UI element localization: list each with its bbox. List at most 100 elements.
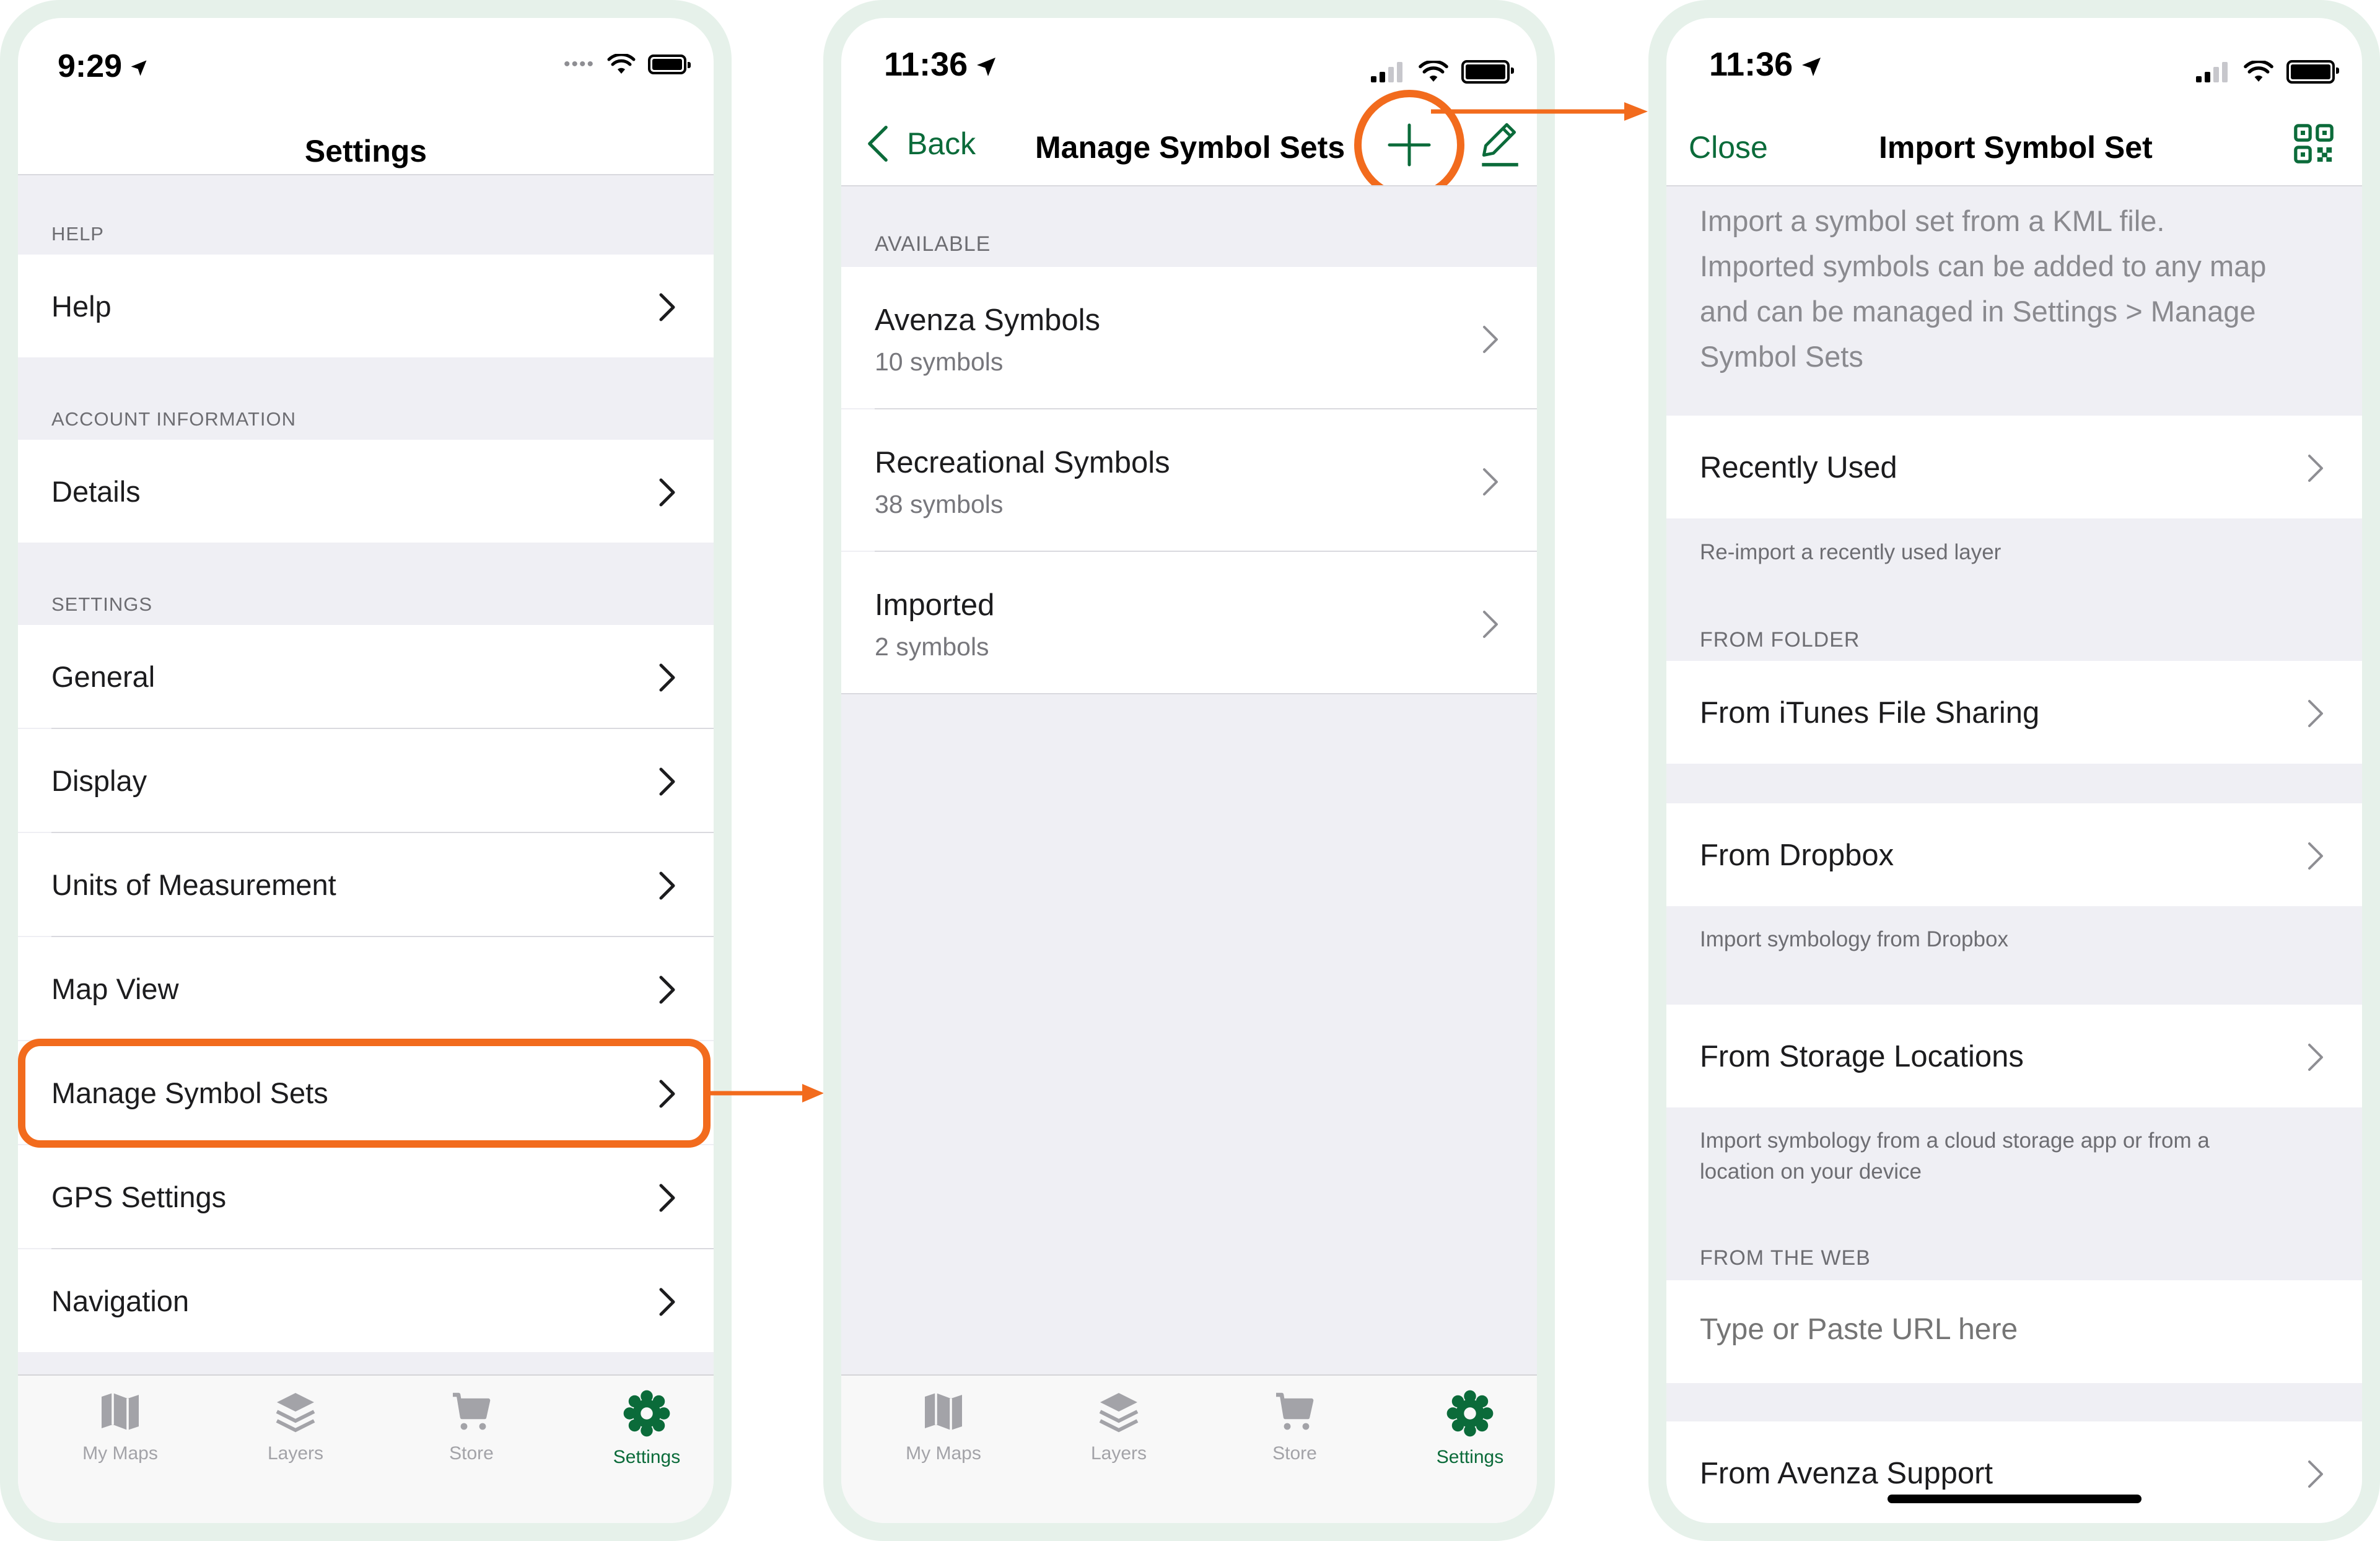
location-arrow-icon bbox=[977, 57, 996, 76]
chevron-right-icon bbox=[659, 976, 675, 1004]
chevron-right-icon bbox=[659, 871, 675, 900]
map-icon bbox=[102, 1393, 139, 1430]
row-label: Help bbox=[51, 290, 112, 323]
battery-icon bbox=[1461, 60, 1514, 84]
section-header-help: HELP bbox=[51, 223, 104, 245]
section-header-from-web: FROM THE WEB bbox=[1700, 1246, 1871, 1270]
chevron-right-icon bbox=[2308, 700, 2323, 727]
details-row[interactable]: Details bbox=[18, 440, 714, 543]
tab-store[interactable]: Store bbox=[1220, 1389, 1369, 1464]
url-field-row[interactable] bbox=[1666, 1280, 2362, 1383]
location-arrow-icon bbox=[131, 60, 147, 76]
location-arrow-icon bbox=[1802, 57, 1821, 76]
chevron-right-icon bbox=[659, 478, 675, 507]
chevron-right-icon bbox=[1483, 468, 1498, 495]
chevron-right-icon bbox=[659, 293, 675, 321]
display-row[interactable]: Display bbox=[18, 729, 714, 832]
wifi-icon bbox=[1419, 61, 1448, 82]
import-symbol-set-screen: 11:36 Close Import Symbol Set Import a s… bbox=[1666, 18, 2362, 1523]
back-button[interactable]: Back bbox=[865, 123, 976, 164]
chevron-right-icon bbox=[659, 1184, 675, 1212]
manage-symbol-sets-highlight bbox=[18, 1039, 711, 1148]
gps-settings-row[interactable]: GPS Settings bbox=[18, 1145, 714, 1248]
tab-bar: My Maps Layers Store Settings bbox=[18, 1374, 714, 1523]
home-indicator bbox=[1887, 1495, 2142, 1503]
cart-icon bbox=[453, 1392, 491, 1430]
status-icons bbox=[1370, 60, 1514, 84]
status-time: 9:29 bbox=[58, 48, 148, 85]
status-time: 11:36 bbox=[884, 45, 997, 84]
tab-store[interactable]: Store bbox=[397, 1389, 546, 1464]
symbol-set-row[interactable]: Avenza Symbols 10 symbols bbox=[841, 267, 1537, 408]
itunes-file-sharing-row[interactable]: From iTunes File Sharing bbox=[1666, 661, 2362, 764]
row-label: From Dropbox bbox=[1700, 839, 1894, 872]
import-description: Import a symbol set from a KML file. Imp… bbox=[1700, 204, 2267, 373]
battery-icon bbox=[2286, 60, 2339, 84]
row-label: Units of Measurement bbox=[51, 868, 336, 901]
row-label: Recently Used bbox=[1700, 451, 1897, 484]
phone-frame-settings: 9:29 •••• Settings HELP Help ACCOUNT INF… bbox=[0, 0, 732, 1541]
list-bottom-divider bbox=[841, 693, 1537, 694]
no-signal-dots-icon: •••• bbox=[563, 54, 595, 74]
tab-layers[interactable]: Layers bbox=[1044, 1389, 1193, 1464]
layers-icon bbox=[1099, 1393, 1139, 1433]
units-row[interactable]: Units of Measurement bbox=[18, 833, 714, 936]
chevron-right-icon bbox=[659, 1288, 675, 1316]
page-title: Manage Symbol Sets bbox=[1035, 130, 1345, 165]
phone-frame-manage-symbol-sets: 11:36 Back Manage Symbol Sets AVAILABLE … bbox=[823, 0, 1555, 1541]
chevron-right-icon bbox=[2308, 455, 2323, 482]
chevron-right-icon bbox=[2308, 1460, 2323, 1488]
status-icons bbox=[2195, 60, 2339, 84]
gear-icon bbox=[623, 1390, 670, 1437]
annotation-arrow-to-manage bbox=[709, 1084, 824, 1102]
gear-icon bbox=[1446, 1390, 1494, 1437]
tab-my-maps[interactable]: My Maps bbox=[46, 1389, 195, 1464]
recently-used-row[interactable]: Recently Used bbox=[1666, 416, 2362, 518]
map-view-row[interactable]: Map View bbox=[18, 937, 714, 1040]
storage-locations-row[interactable]: From Storage Locations bbox=[1666, 1005, 2362, 1107]
cellular-signal-icon bbox=[1371, 62, 1402, 82]
tab-layers[interactable]: Layers bbox=[221, 1389, 370, 1464]
map-icon bbox=[925, 1393, 962, 1430]
url-input[interactable] bbox=[1700, 1312, 2257, 1347]
battery-icon bbox=[648, 55, 691, 74]
qr-code-icon[interactable] bbox=[2292, 122, 2335, 165]
page-title: Settings bbox=[304, 134, 427, 168]
row-label: Display bbox=[51, 764, 147, 797]
row-label: From Storage Locations bbox=[1700, 1040, 2024, 1073]
wifi-icon bbox=[607, 54, 636, 74]
layers-icon bbox=[276, 1393, 315, 1433]
annotation-arrow-to-import bbox=[1431, 102, 1648, 121]
manage-symbol-sets-screen: 11:36 Back Manage Symbol Sets AVAILABLE … bbox=[841, 18, 1537, 1523]
chevron-right-icon bbox=[1483, 326, 1498, 353]
help-row[interactable]: Help bbox=[18, 255, 714, 357]
chevron-right-icon bbox=[2308, 1044, 2323, 1071]
tab-settings[interactable]: Settings bbox=[1396, 1389, 1537, 1468]
general-row[interactable]: General bbox=[18, 625, 714, 728]
plus-icon[interactable] bbox=[1387, 123, 1432, 167]
back-label: Back bbox=[907, 126, 976, 161]
chevron-right-icon bbox=[2308, 842, 2323, 870]
section-header-available: AVAILABLE bbox=[875, 232, 991, 256]
tab-my-maps[interactable]: My Maps bbox=[869, 1389, 1018, 1464]
symbol-set-row[interactable]: Imported 2 symbols bbox=[841, 552, 1537, 693]
section-header-account: ACCOUNT INFORMATION bbox=[51, 408, 297, 430]
row-label: From Avenza Support bbox=[1700, 1457, 1993, 1490]
close-button[interactable]: Close bbox=[1689, 129, 1768, 165]
avenza-support-row[interactable]: From Avenza Support bbox=[1666, 1421, 2362, 1523]
row-label: Details bbox=[51, 475, 141, 508]
row-label: Map View bbox=[51, 972, 179, 1005]
symbol-set-row[interactable]: Recreational Symbols 38 symbols bbox=[841, 409, 1537, 551]
dropbox-row[interactable]: From Dropbox bbox=[1666, 803, 2362, 906]
cart-icon bbox=[1276, 1392, 1314, 1430]
navigation-row[interactable]: Navigation bbox=[18, 1249, 714, 1352]
section-header-from-folder: FROM FOLDER bbox=[1700, 628, 1860, 652]
row-label: Navigation bbox=[51, 1285, 190, 1317]
cellular-signal-icon bbox=[2196, 62, 2228, 82]
storage-locations-footer: Import symbology from a cloud storage ap… bbox=[1700, 1128, 2210, 1184]
dropbox-footer: Import symbology from Dropbox bbox=[1700, 927, 2008, 951]
settings-screen: 9:29 •••• Settings HELP Help ACCOUNT INF… bbox=[18, 18, 714, 1523]
chevron-right-icon bbox=[659, 767, 675, 796]
tab-bar: My Maps Layers Store Settings bbox=[841, 1374, 1537, 1523]
tab-settings[interactable]: Settings bbox=[572, 1389, 714, 1468]
